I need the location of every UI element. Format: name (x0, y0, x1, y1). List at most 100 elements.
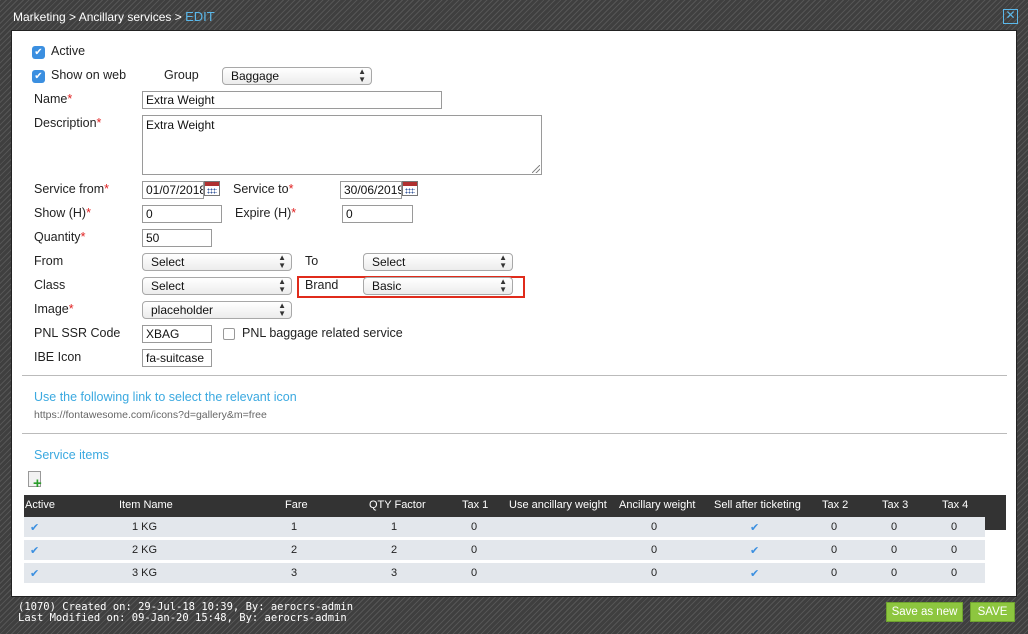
check-icon: ✔ (30, 522, 40, 534)
qty-factor-cell: 3 (391, 567, 398, 579)
updown-arrows-icon: ▲ ▼ (278, 253, 286, 270)
show-on-web-checkbox[interactable]: ✔ (32, 70, 45, 83)
column-header[interactable]: Use ancillary weight (509, 499, 607, 511)
column-header[interactable]: Sell after ticketing (714, 499, 801, 511)
qty-factor-cell: 2 (391, 544, 398, 556)
tax1-cell: 0 (471, 521, 478, 533)
icon-url-text: https://fontawesome.com/icons?d=gallery&… (34, 409, 267, 421)
tax2-cell: 0 (831, 567, 838, 579)
table-row[interactable]: ✔ 2 KG 2 2 0 0 ✔ 0 0 0 (24, 540, 985, 560)
icon-help-link[interactable]: Use the following link to select the rel… (34, 390, 297, 404)
pnl-baggage-label: PNL baggage related service (242, 326, 403, 340)
tax1-cell: 0 (471, 544, 478, 556)
active-label: Active (51, 44, 86, 58)
ancillary-weight-cell: 0 (651, 567, 658, 579)
updown-arrows-icon: ▲ ▼ (358, 67, 366, 84)
tax3-cell: 0 (891, 544, 898, 556)
tax4-cell: 0 (951, 521, 958, 533)
divider (22, 433, 1007, 434)
image-select[interactable]: placeholder ▲ ▼ (142, 301, 292, 319)
modified-info: Last Modified on: 09-Jan-20 15:48, By: a… (18, 612, 347, 624)
to-label: To (305, 254, 319, 268)
updown-arrows-icon: ▲ ▼ (278, 301, 286, 318)
ibe-icon-label: IBE Icon (34, 350, 82, 364)
resize-handle-icon[interactable] (532, 165, 540, 173)
image-label: Image* (34, 302, 74, 316)
table-row[interactable]: ✔ 3 KG 3 3 0 0 ✔ 0 0 0 (24, 563, 985, 583)
group-select[interactable]: Baggage ▲ ▼ (222, 67, 372, 85)
tax2-cell: 0 (831, 521, 838, 533)
class-select-value: Select (151, 279, 185, 293)
class-label: Class (34, 278, 66, 292)
from-select[interactable]: Select ▲ ▼ (142, 253, 292, 271)
header-scroll-stub (984, 517, 1006, 530)
calendar-icon[interactable] (204, 181, 220, 196)
updown-arrows-icon: ▲ ▼ (278, 277, 286, 294)
from-label: From (34, 254, 64, 268)
column-header[interactable]: Fare (285, 499, 308, 511)
column-header[interactable]: Tax 4 (942, 499, 968, 511)
service-from-input[interactable]: 01/07/2018 (142, 181, 204, 199)
calendar-icon[interactable] (402, 181, 418, 196)
breadcrumb-current: EDIT (185, 9, 215, 24)
service-items-header: Active Item Name Fare QTY Factor Tax 1 U… (24, 495, 1006, 530)
service-from-label: Service from* (34, 182, 110, 196)
table-row[interactable]: ✔ 1 KG 1 1 0 0 ✔ 0 0 0 (24, 517, 985, 537)
ibe-icon-input[interactable]: fa-suitcase (142, 349, 212, 367)
check-icon: ✔ (750, 545, 760, 557)
show-on-web-label: Show on web (51, 68, 127, 82)
add-item-icon[interactable]: + (28, 471, 44, 491)
fare-cell: 2 (291, 544, 298, 556)
quantity-input[interactable]: 50 (142, 229, 212, 247)
tax2-cell: 0 (831, 544, 838, 556)
fare-cell: 1 (291, 521, 298, 533)
class-select[interactable]: Select ▲ ▼ (142, 277, 292, 295)
column-header[interactable]: Ancillary weight (619, 499, 695, 511)
breadcrumb-path: Marketing > Ancillary services > (13, 10, 186, 24)
column-header[interactable]: Tax 1 (462, 499, 488, 511)
brand-select-value: Basic (372, 279, 402, 293)
tax4-cell: 0 (951, 544, 958, 556)
show-h-input[interactable]: 0 (142, 205, 222, 223)
from-select-value: Select (151, 255, 185, 269)
save-as-new-button[interactable]: Save as new (886, 602, 963, 622)
pnl-ssr-input[interactable]: XBAG (142, 325, 212, 343)
expire-h-input[interactable]: 0 (342, 205, 413, 223)
tax4-cell: 0 (951, 567, 958, 579)
column-header[interactable]: Tax 3 (882, 499, 908, 511)
brand-select[interactable]: Basic ▲ ▼ (363, 277, 513, 295)
column-header[interactable]: Active (25, 499, 55, 511)
name-label: Name* (34, 92, 73, 106)
ancillary-weight-cell: 0 (651, 521, 658, 533)
tax1-cell: 0 (471, 567, 478, 579)
ancillary-weight-cell: 0 (651, 544, 658, 556)
service-to-input[interactable]: 30/06/2019 (340, 181, 402, 199)
expire-h-label: Expire (H)* (235, 206, 297, 220)
column-header[interactable]: QTY Factor (369, 499, 426, 511)
edit-panel: ✔ Active ✔ Show on web Group Baggage ▲ ▼ … (11, 30, 1017, 597)
check-icon: ✔ (30, 568, 40, 580)
description-textarea[interactable]: Extra Weight (142, 115, 542, 175)
check-icon: ✔ (750, 522, 760, 534)
description-label: Description* (34, 116, 102, 130)
brand-label: Brand (305, 278, 339, 292)
to-select[interactable]: Select ▲ ▼ (363, 253, 513, 271)
description-value: Extra Weight (146, 118, 215, 132)
check-icon: ✔ (750, 568, 760, 580)
divider (22, 375, 1007, 376)
name-input[interactable]: Extra Weight (142, 91, 442, 109)
pnl-baggage-checkbox[interactable] (223, 328, 235, 340)
service-to-label: Service to* (233, 182, 294, 196)
active-checkbox[interactable]: ✔ (32, 46, 45, 59)
column-header[interactable]: Tax 2 (822, 499, 848, 511)
close-icon[interactable]: ✕ (1003, 9, 1018, 24)
item-name-cell: 2 KG (132, 544, 158, 556)
image-select-value: placeholder (151, 303, 214, 317)
item-name-cell: 1 KG (132, 521, 158, 533)
to-select-value: Select (372, 255, 406, 269)
tax3-cell: 0 (891, 521, 898, 533)
save-button[interactable]: SAVE (970, 602, 1015, 622)
check-icon: ✔ (30, 545, 40, 557)
column-header[interactable]: Item Name (119, 499, 173, 511)
show-h-label: Show (H)* (34, 206, 91, 220)
